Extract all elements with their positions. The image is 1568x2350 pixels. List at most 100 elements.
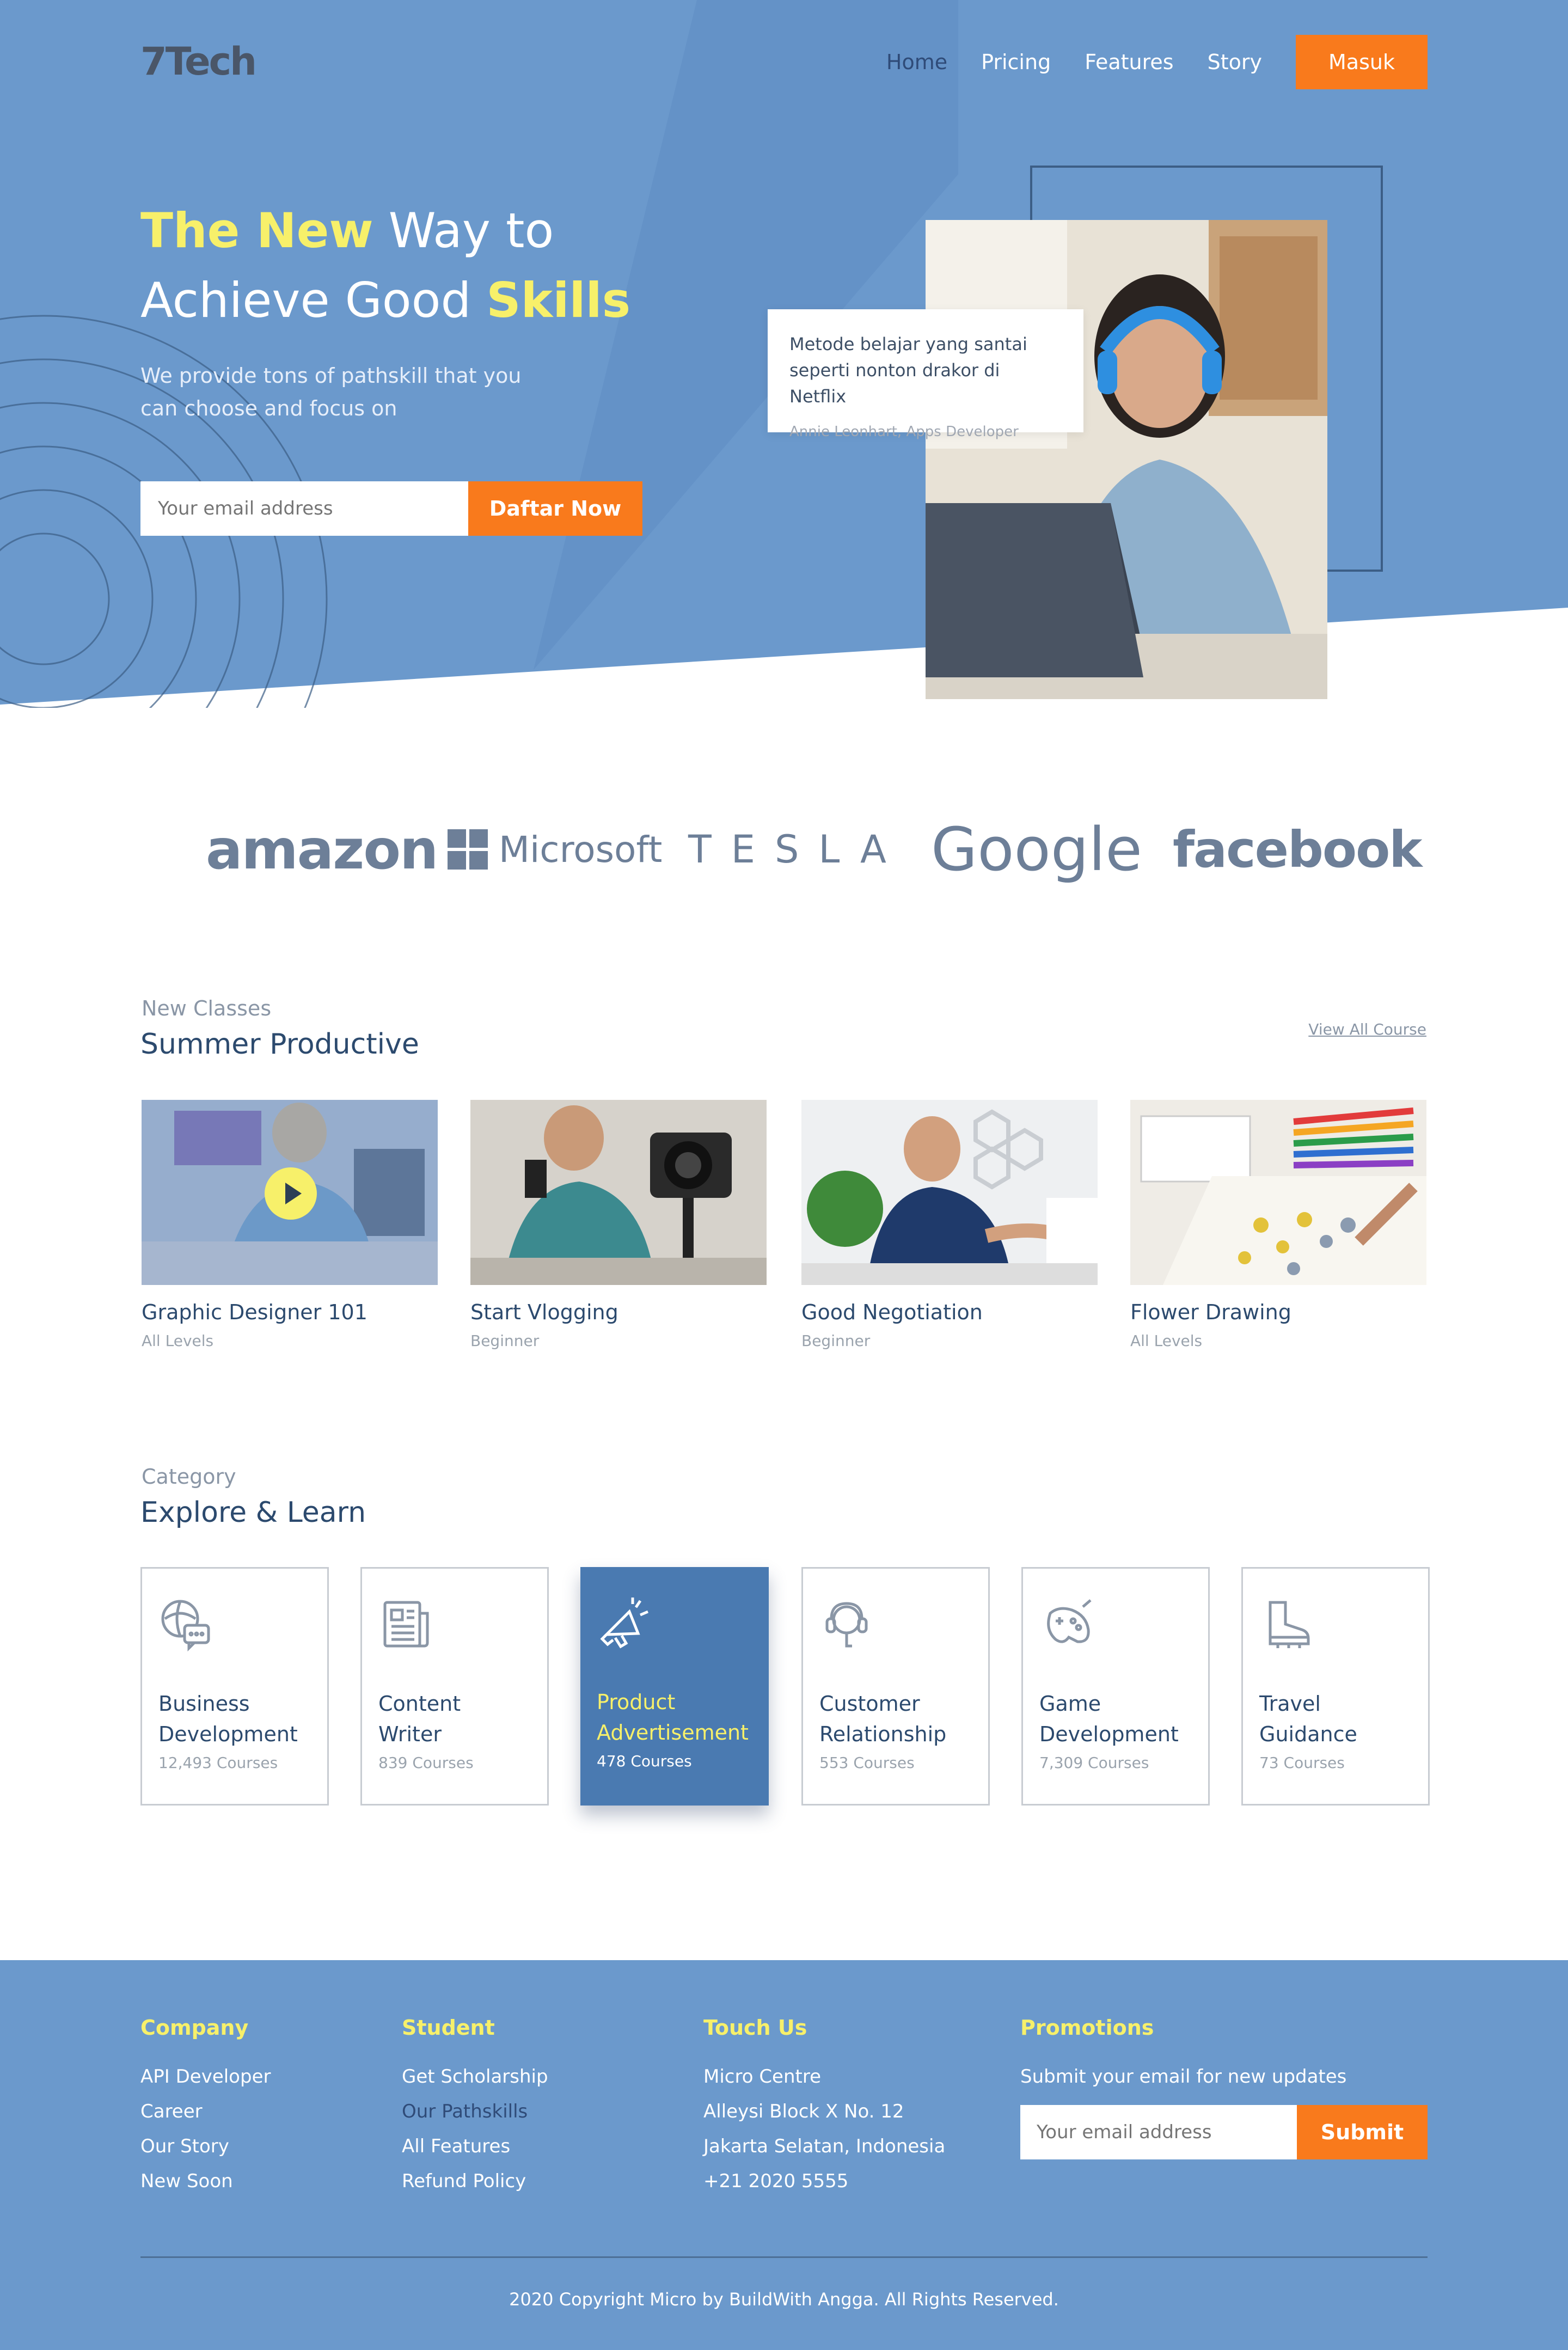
footer-link[interactable]: API Developer <box>140 2059 271 2094</box>
classes-label: New Classes <box>142 996 272 1020</box>
course-thumbnail <box>142 1100 438 1285</box>
footer-company: Company API Developer Career Our Story N… <box>140 2016 271 2199</box>
footer-link[interactable]: Our Pathskills <box>402 2094 548 2129</box>
headset-icon <box>825 1602 868 1648</box>
footer-contact-line: Micro Centre <box>703 2066 822 2088</box>
nav-features[interactable]: Features <box>1085 50 1173 74</box>
footer-link[interactable]: Career <box>140 2094 271 2129</box>
microsoft-squares-icon <box>448 829 488 870</box>
footer-contact-line: Alleysi Block X No. 12 <box>703 2101 904 2122</box>
footer-promotions-title: Promotions <box>1020 2016 1154 2040</box>
course-title: Graphic Designer 101 <box>142 1300 367 1324</box>
view-all-courses-link[interactable]: View All Course <box>1308 1020 1426 1038</box>
newsletter-email-input[interactable] <box>1020 2105 1297 2159</box>
hero-section: 7Tech Home Pricing Features Story Masuk … <box>0 0 1568 708</box>
category-name: Product Advertisement <box>597 1687 760 1748</box>
category-count: 12,493 Courses <box>158 1754 278 1772</box>
course-card[interactable]: Start Vlogging Beginner <box>470 1100 767 1350</box>
hero-photo <box>926 220 1327 699</box>
category-name: Business Development <box>158 1688 322 1749</box>
category-name-line-2: Advertisement <box>597 1721 749 1745</box>
footer: Company API Developer Career Our Story N… <box>0 1960 1568 2350</box>
tesla-logo-text: TESLA <box>688 827 906 872</box>
gamepad-icon <box>1047 1599 1092 1643</box>
main-nav: Home Pricing Features Story Masuk <box>886 35 1428 89</box>
category-name-line-1: Product <box>597 1690 676 1714</box>
footer-promotions: Promotions Submit your email for new upd… <box>1020 2016 1428 2159</box>
footer-link[interactable]: Get Scholarship <box>402 2059 548 2094</box>
category-label: Category <box>142 1465 236 1489</box>
course-level: All Levels <box>1130 1332 1203 1350</box>
category-count: 478 Courses <box>597 1752 692 1770</box>
login-button[interactable]: Masuk <box>1296 35 1428 89</box>
microsoft-logo-text: Microsoft <box>499 828 663 871</box>
category-count: 839 Courses <box>378 1754 474 1772</box>
category-name-line-1: Content <box>378 1692 461 1716</box>
footer-contact-line: +21 2020 5555 <box>703 2170 849 2192</box>
category-count: 553 Courses <box>819 1754 915 1772</box>
category-card-customer[interactable]: Customer Relationship 553 Courses <box>801 1567 990 1806</box>
amazon-logo-text: amazon <box>206 817 438 882</box>
category-count: 7,309 Courses <box>1039 1754 1149 1772</box>
footer-student: Student Get Scholarship Our Pathskills A… <box>402 2016 548 2199</box>
megaphone-icon <box>600 1598 648 1649</box>
category-card-travel[interactable]: Travel Guidance 73 Courses <box>1241 1567 1430 1806</box>
hero-title-highlight-2: Skills <box>486 272 631 328</box>
hero-title-highlight-1: The New <box>140 203 373 259</box>
partner-logos: amazon Microsoft TESLA Google facebook <box>0 806 1568 893</box>
footer-promotions-text: Submit your email for new updates <box>1020 2066 1347 2088</box>
register-button[interactable]: Daftar Now <box>468 481 642 536</box>
category-name-line-2: Development <box>158 1722 298 1746</box>
category-card-content[interactable]: Content Writer 839 Courses <box>360 1567 549 1806</box>
category-name-line-1: Travel <box>1259 1692 1321 1716</box>
boot-icon <box>1269 1601 1310 1648</box>
category-title: Explore & Learn <box>140 1496 366 1529</box>
email-input[interactable] <box>140 481 468 536</box>
facebook-logo-text: facebook <box>1173 820 1422 879</box>
nav-story[interactable]: Story <box>1208 50 1262 74</box>
category-card-business[interactable]: Business Development 12,493 Courses <box>140 1567 329 1806</box>
classes-title: Summer Productive <box>140 1028 419 1061</box>
course-card[interactable]: Flower Drawing All Levels <box>1130 1100 1426 1350</box>
category-name-line-1: Business <box>158 1692 250 1716</box>
hero-title-part-1: Way to <box>373 203 554 259</box>
copyright-text: 2020 Copyright Micro by BuildWith Angga.… <box>509 2289 1059 2310</box>
footer-link[interactable]: Refund Policy <box>402 2164 548 2199</box>
newsletter-submit-button[interactable]: Submit <box>1297 2105 1428 2159</box>
course-title: Start Vlogging <box>470 1300 618 1324</box>
course-thumbnail <box>470 1100 767 1285</box>
category-name-line-1: Customer <box>819 1692 920 1716</box>
footer-link[interactable]: Our Story <box>140 2129 271 2164</box>
course-card[interactable]: Graphic Designer 101 All Levels <box>142 1100 438 1350</box>
category-name: Customer Relationship <box>819 1688 983 1749</box>
category-name: Content Writer <box>378 1688 542 1749</box>
nav-home[interactable]: Home <box>886 50 947 74</box>
nav-pricing[interactable]: Pricing <box>981 50 1051 74</box>
course-level: All Levels <box>142 1332 214 1350</box>
footer-link[interactable]: New Soon <box>140 2164 271 2199</box>
google-logo-text: Google <box>931 815 1142 884</box>
hero-title: The New Way to Achieve Good Skills <box>140 196 630 335</box>
category-name-line-2: Writer <box>378 1722 442 1746</box>
course-title: Flower Drawing <box>1130 1300 1291 1324</box>
category-name-line-2: Guidance <box>1259 1722 1357 1746</box>
facebook-logo: facebook <box>1173 806 1422 893</box>
hero-subtitle: We provide tons of pathskill that you ca… <box>140 364 522 420</box>
category-count: 73 Courses <box>1259 1754 1345 1772</box>
footer-link[interactable]: All Features <box>402 2129 548 2164</box>
play-icon[interactable] <box>265 1167 317 1220</box>
category-card-product[interactable]: Product Advertisement 478 Courses <box>580 1567 769 1806</box>
footer-divider <box>140 2256 1428 2258</box>
footer-contact-title: Touch Us <box>703 2016 807 2040</box>
testimonial-author: Annie Leonhart, Apps Developer <box>789 424 1019 440</box>
category-name-line-2: Development <box>1039 1722 1179 1746</box>
tesla-logo: TESLA <box>688 806 906 893</box>
logo[interactable]: 7Tech <box>140 39 271 88</box>
course-title: Good Negotiation <box>801 1300 983 1324</box>
category-card-game[interactable]: Game Development 7,309 Courses <box>1021 1567 1210 1806</box>
category-name-line-1: Game <box>1039 1692 1101 1716</box>
category-name-line-2: Relationship <box>819 1722 947 1746</box>
course-card[interactable]: Good Negotiation Beginner <box>801 1100 1098 1350</box>
globe-chat-icon <box>161 1600 210 1651</box>
logo-text: 7Tech <box>140 39 257 84</box>
